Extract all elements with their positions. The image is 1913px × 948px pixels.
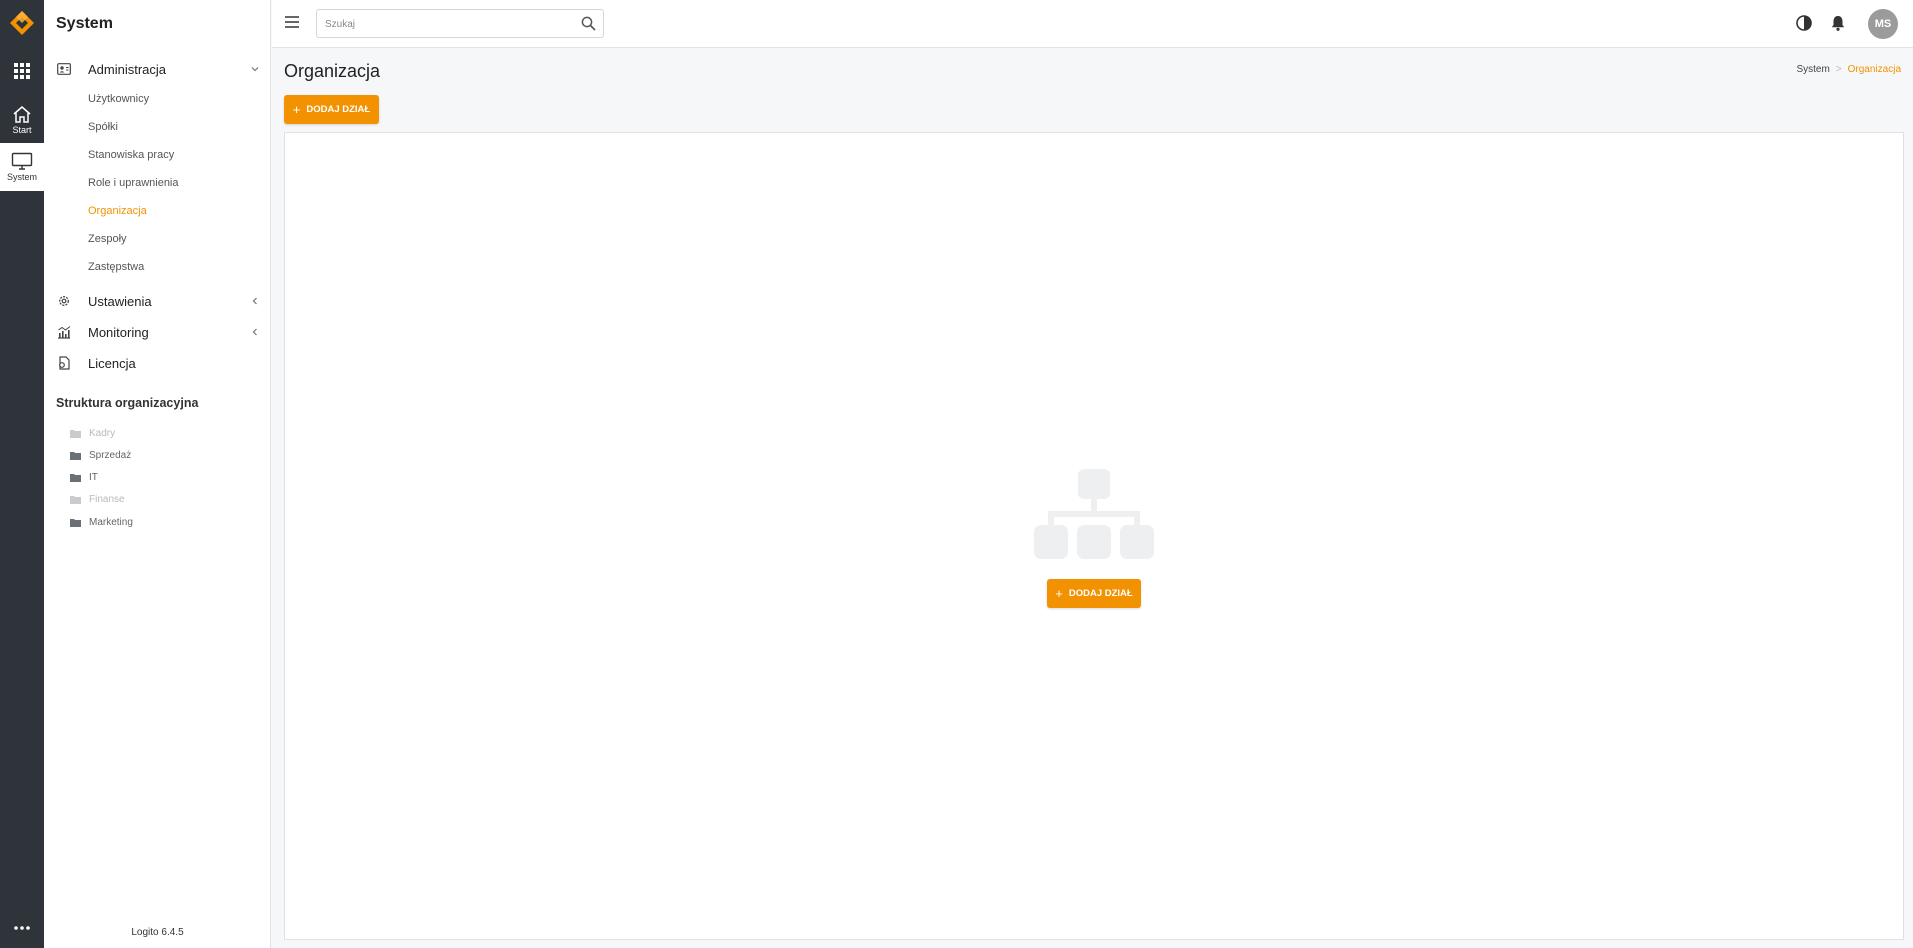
plus-icon: + — [292, 102, 301, 117]
grid-icon — [14, 63, 30, 79]
add-department-button[interactable]: + DODAJ DZIAŁ — [284, 95, 379, 124]
plus-icon: + — [1055, 586, 1063, 601]
org-structure-title: Struktura organizacyjna — [56, 396, 199, 410]
topbar: MS — [272, 0, 1913, 48]
sidebar-group-label: Licencja — [88, 355, 136, 371]
search-icon[interactable] — [581, 16, 596, 31]
hamburger-menu-icon[interactable] — [284, 14, 300, 30]
rail-start-button[interactable]: Start — [0, 100, 44, 140]
breadcrumb: System > Organizacja — [1796, 64, 1901, 75]
add-department-empty-button[interactable]: + DODAJ DZIAŁ — [1047, 579, 1141, 608]
sidebar: System Administracja Użytkownicy Spółki … — [44, 0, 271, 948]
tree-item-label: Marketing — [89, 516, 133, 528]
rail-start-label: Start — [12, 125, 32, 135]
add-department-label: DODAJ DZIAŁ — [306, 104, 371, 115]
tree-item-sprzedaz[interactable]: Sprzedaż — [70, 447, 131, 463]
sidebar-title: System — [56, 15, 113, 32]
apps-grid-button[interactable] — [0, 58, 44, 84]
sidebar-group-licencja[interactable]: Licencja — [44, 350, 271, 376]
logo-icon[interactable] — [7, 8, 37, 38]
chevron-down-icon — [251, 67, 259, 72]
tree-item-marketing[interactable]: Marketing — [70, 514, 133, 530]
more-button[interactable] — [0, 918, 44, 938]
more-dots-icon — [14, 926, 30, 930]
sidebar-item-organizacja[interactable]: Organizacja — [88, 205, 147, 217]
tree-item-label: Sprzedaż — [89, 449, 132, 461]
avatar[interactable]: MS — [1868, 9, 1898, 39]
tree-item-label: IT — [89, 471, 98, 483]
sidebar-group-label: Ustawienia — [88, 293, 152, 309]
breadcrumb-separator: > — [1835, 64, 1842, 75]
monitor-icon — [11, 152, 33, 170]
rail-system-label: System — [6, 172, 37, 182]
folder-icon — [70, 429, 81, 438]
gear-icon — [59, 296, 69, 306]
chevron-left-icon — [252, 297, 257, 305]
bell-icon[interactable] — [1829, 14, 1847, 32]
sidebar-group-monitoring[interactable]: Monitoring — [44, 319, 271, 345]
user-card-icon — [57, 63, 71, 75]
app-version: Logito 6.4.5 — [131, 927, 184, 938]
folder-icon — [70, 495, 81, 504]
sidebar-item-spolki[interactable]: Spółki — [88, 121, 118, 133]
sidebar-item-zastepstwa[interactable]: Zastępstwa — [88, 261, 144, 273]
sidebar-item-zespoly[interactable]: Zespoły — [88, 233, 127, 245]
tree-item-finanse[interactable]: Finanse — [70, 491, 125, 507]
chart-icon — [58, 326, 71, 339]
sidebar-group-administracja[interactable]: Administracja — [44, 56, 271, 82]
sidebar-item-role-i-uprawnienia[interactable]: Role i uprawnienia — [88, 177, 179, 189]
folder-icon — [70, 451, 81, 460]
add-department-empty-label: DODAJ DZIAŁ — [1068, 588, 1133, 599]
tree-item-label: Kadry — [89, 427, 116, 439]
search-box — [316, 9, 604, 38]
sidebar-item-stanowiska-pracy[interactable]: Stanowiska pracy — [88, 149, 174, 161]
tree-item-label: Finanse — [89, 493, 125, 505]
tree-item-it[interactable]: IT — [70, 469, 98, 485]
sidebar-group-label: Administracja — [88, 61, 167, 77]
license-icon — [59, 356, 70, 370]
page-title: Organizacja — [284, 61, 381, 81]
chevron-left-icon — [252, 328, 257, 336]
theme-toggle-icon[interactable] — [1795, 14, 1813, 32]
home-icon — [13, 106, 31, 123]
rail-system-button[interactable]: System — [0, 143, 44, 191]
org-chart-empty-icon — [1034, 469, 1154, 559]
search-input[interactable] — [325, 16, 565, 32]
folder-icon — [70, 473, 81, 482]
breadcrumb-current: Organizacja — [1847, 64, 1901, 75]
sidebar-item-uzytkownicy[interactable]: Użytkownicy — [88, 93, 149, 105]
app-rail: Start System — [0, 0, 44, 948]
sidebar-group-label: Monitoring — [88, 324, 149, 340]
tree-item-kadry[interactable]: Kadry — [70, 425, 115, 441]
sidebar-group-ustawienia[interactable]: Ustawienia — [44, 288, 271, 314]
folder-icon — [70, 518, 81, 527]
breadcrumb-system-link[interactable]: System — [1796, 64, 1829, 75]
